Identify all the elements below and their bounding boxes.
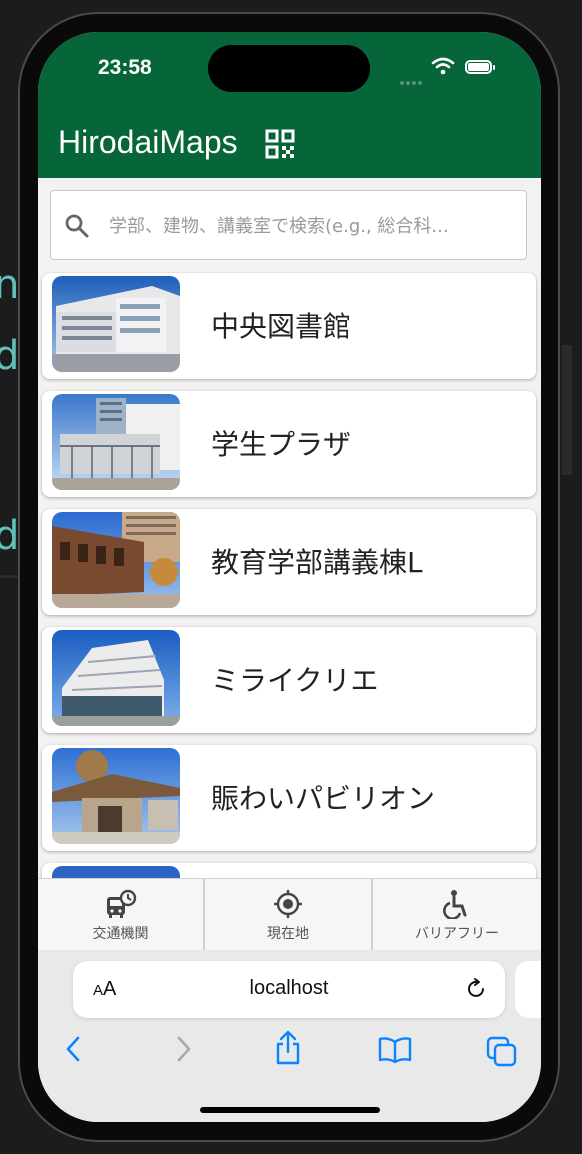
app-title: HirodaiMaps [58, 124, 238, 160]
miraicrie-photo [52, 630, 180, 726]
building-card[interactable]: 教育学部講義棟L [42, 509, 536, 615]
app-header: 23:58 HirodaiMaps [38, 32, 541, 178]
building-photo [52, 866, 180, 878]
building-card[interactable]: 賑わいパビリオン [42, 745, 536, 851]
building-list-area: 中央図書館 学生プラザ [38, 178, 541, 878]
search-icon [65, 214, 89, 238]
signal-icon [400, 70, 424, 89]
location-target-icon [274, 890, 302, 918]
search-box[interactable] [50, 190, 527, 261]
search-input[interactable] [107, 191, 511, 261]
status-time: 23:58 [98, 56, 152, 79]
building-name: 賑わいパビリオン [211, 782, 436, 815]
building-card[interactable]: ミライクリエ [42, 627, 536, 733]
tab-label: バリアフリー [415, 926, 499, 942]
address-bar[interactable]: AA localhost [73, 961, 505, 1018]
library-photo [52, 276, 180, 372]
bus-clock-icon [106, 889, 136, 918]
building-card[interactable]: 中央図書館 [42, 273, 536, 379]
reload-icon[interactable] [464, 977, 488, 1001]
phone-screen: 23:58 HirodaiMaps 学部、建物、講義室で検索(e.g., 総合科… [38, 32, 541, 1122]
background-text-d: d [0, 333, 20, 379]
background-text-d2: d [0, 513, 20, 559]
forward-icon[interactable] [171, 1035, 195, 1063]
tab-barrier-free[interactable]: バリアフリー [373, 879, 541, 951]
building-name: 学生プラザ [211, 428, 352, 461]
share-icon[interactable] [274, 1030, 302, 1066]
student-plaza-photo [52, 394, 180, 490]
background-text-n: n [0, 262, 20, 308]
tabs-icon[interactable] [486, 1036, 518, 1068]
back-icon[interactable] [62, 1035, 86, 1063]
bookmarks-icon[interactable] [378, 1036, 412, 1064]
wifi-icon [431, 57, 455, 75]
next-tab-preview[interactable] [515, 961, 541, 1018]
background-panel-right [562, 345, 572, 475]
home-indicator [200, 1107, 380, 1113]
qr-code-icon[interactable] [265, 129, 295, 159]
building-card[interactable]: 学生プラザ [42, 391, 536, 497]
tab-label: 現在地 [267, 926, 309, 942]
building-name: 中央図書館 [211, 310, 352, 343]
tab-transport[interactable]: 交通機関 [38, 879, 205, 951]
pavilion-photo [52, 748, 180, 844]
building-name: 教育学部講義棟L [211, 546, 423, 579]
bottom-tab-bar: 交通機関 現在地 バリアフリー [38, 878, 541, 951]
browser-toolbar: AA localhost [38, 950, 541, 1122]
background-panel [0, 575, 18, 578]
url-text: localhost [249, 977, 329, 999]
tab-current-location[interactable]: 現在地 [205, 879, 373, 951]
building-name: ミライクリエ [211, 664, 379, 697]
tab-label: 交通機関 [92, 926, 149, 942]
dynamic-island [208, 45, 370, 92]
accessibility-icon [443, 890, 467, 919]
building-card[interactable] [42, 863, 536, 878]
education-building-photo [52, 512, 180, 608]
battery-icon [465, 60, 495, 74]
